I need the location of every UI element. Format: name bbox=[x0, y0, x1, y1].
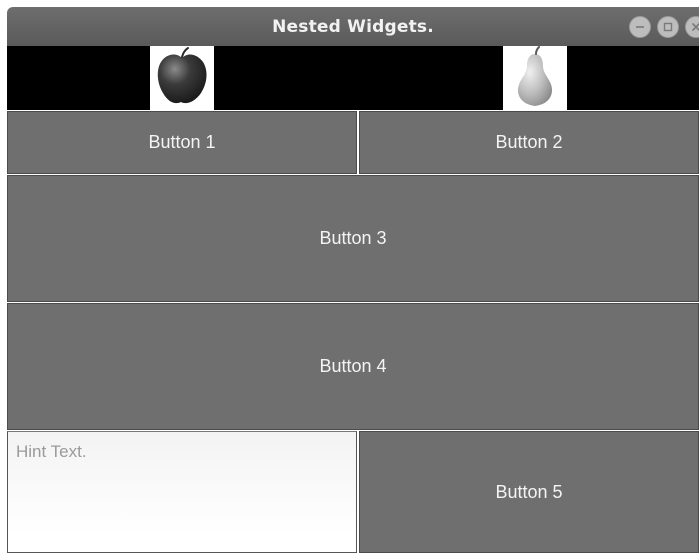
window-titlebar[interactable]: Nested Widgets. bbox=[7, 7, 699, 46]
pear-icon bbox=[503, 46, 567, 110]
maximize-button[interactable] bbox=[657, 16, 679, 38]
button-3[interactable]: Button 3 bbox=[7, 175, 699, 302]
button-1[interactable]: Button 1 bbox=[7, 111, 357, 174]
app-window: Nested Widgets. Button 1 Button 2 Button… bbox=[0, 0, 699, 553]
window-title: Nested Widgets. bbox=[272, 16, 434, 37]
button-2[interactable]: Button 2 bbox=[359, 111, 699, 174]
window-controls bbox=[629, 16, 699, 38]
close-button[interactable] bbox=[685, 16, 699, 38]
hint-text-placeholder: Hint Text. bbox=[16, 442, 87, 461]
image-strip bbox=[7, 46, 699, 110]
close-icon bbox=[690, 21, 699, 33]
button-5[interactable]: Button 5 bbox=[359, 431, 699, 553]
pear-image bbox=[503, 46, 567, 110]
hint-text-input[interactable]: Hint Text. bbox=[7, 431, 357, 553]
apple-icon bbox=[150, 46, 214, 110]
minimize-icon bbox=[634, 21, 646, 33]
minimize-button[interactable] bbox=[629, 16, 651, 38]
apple-image bbox=[150, 46, 214, 110]
maximize-icon bbox=[662, 21, 674, 33]
button-4[interactable]: Button 4 bbox=[7, 303, 699, 430]
